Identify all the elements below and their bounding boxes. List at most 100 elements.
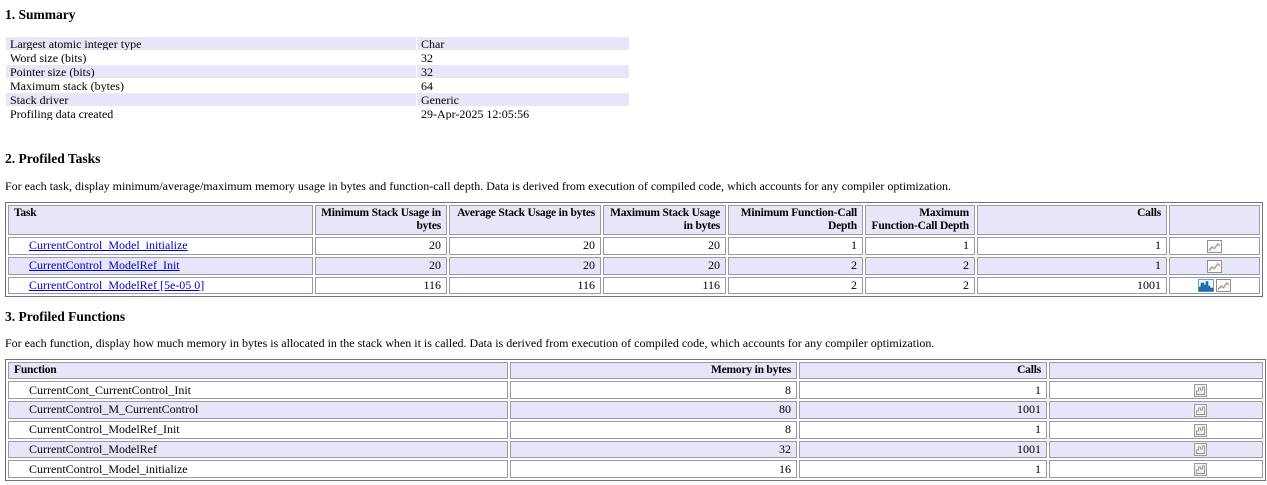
- summary-row: Pointer size (bits)32: [6, 65, 629, 78]
- task-name-cell: CurrentControl_ModelRef [5e-05 0]: [8, 277, 313, 295]
- task-row: CurrentControl_ModelRef_Init202020221: [8, 257, 1260, 275]
- function-name-cell: CurrentCont_CurrentControl_Init: [8, 381, 508, 399]
- calls-cell: 1: [977, 257, 1167, 275]
- memory-bytes-cell: 80: [510, 401, 797, 419]
- summary-row: Profiling data created29-Apr-2025 12:05:…: [6, 107, 629, 120]
- disabled-histogram-icon[interactable]: [1194, 424, 1207, 437]
- code-profile-report: 1. Summary Largest atomic integer typeCh…: [0, 0, 1267, 481]
- functions-column-header: Calls: [799, 362, 1047, 379]
- summary-label: Word size (bits): [6, 51, 416, 64]
- calls-cell: 1001: [977, 277, 1167, 295]
- min-stack-usage-cell: 20: [315, 237, 447, 255]
- calls-cell: 1: [799, 421, 1047, 439]
- stack-plot-icon[interactable]: [1207, 260, 1222, 273]
- summary-value: 32: [417, 65, 629, 78]
- disabled-histogram-icon[interactable]: [1194, 443, 1207, 456]
- tasks-column-header: Maximum Stack Usage in bytes: [603, 205, 726, 235]
- memory-bytes-cell: 16: [510, 460, 797, 478]
- summary-heading: 1. Summary: [5, 7, 1261, 22]
- tasks-column-header: Minimum Function-Call Depth: [728, 205, 863, 235]
- max-stack-usage-cell: 116: [603, 277, 726, 295]
- row-actions-cell: [1049, 441, 1263, 459]
- task-row: CurrentControl_ModelRef [5e-05 0]1161161…: [8, 277, 1260, 295]
- summary-label: Maximum stack (bytes): [6, 79, 416, 92]
- calls-cell: 1: [977, 237, 1167, 255]
- summary-value: 64: [417, 79, 629, 92]
- summary-value: 32: [417, 51, 629, 64]
- memory-bytes-cell: 32: [510, 441, 797, 459]
- avg-stack-usage-cell: 20: [449, 257, 601, 275]
- tasks-column-header: Maximum Function-Call Depth: [865, 205, 975, 235]
- memory-bytes-cell: 8: [510, 381, 797, 399]
- min-call-depth-cell: 1: [728, 237, 863, 255]
- function-name-cell: CurrentControl_ModelRef_Init: [8, 421, 508, 439]
- row-actions-cell: [1169, 237, 1260, 255]
- min-stack-usage-cell: 116: [315, 277, 447, 295]
- tasks-column-header: Calls: [977, 205, 1167, 235]
- stack-plot-icon[interactable]: [1207, 240, 1222, 253]
- functions-column-header: Memory in bytes: [510, 362, 797, 379]
- functions-header-row: FunctionMemory in bytesCalls: [8, 362, 1263, 379]
- functions-column-header: Function: [8, 362, 508, 379]
- profiled-functions-table: FunctionMemory in bytesCalls CurrentCont…: [5, 359, 1266, 481]
- summary-row: Largest atomic integer typeChar: [6, 37, 629, 50]
- row-actions-cell: [1169, 257, 1260, 275]
- function-row: CurrentControl_ModelRef_Init81: [8, 421, 1263, 439]
- summary-value: Generic: [417, 93, 629, 106]
- summary-label: Pointer size (bits): [6, 65, 416, 78]
- task-link[interactable]: CurrentControl_ModelRef [5e-05 0]: [29, 278, 204, 292]
- row-actions-cell: [1049, 401, 1263, 419]
- avg-stack-usage-cell: 20: [449, 237, 601, 255]
- stack-plot-icon[interactable]: [1216, 279, 1231, 292]
- calls-cell: 1001: [799, 401, 1047, 419]
- summary-label: Stack driver: [6, 93, 416, 106]
- function-name-cell: CurrentControl_Model_initialize: [8, 460, 508, 478]
- max-call-depth-cell: 2: [865, 277, 975, 295]
- calls-cell: 1: [799, 460, 1047, 478]
- min-stack-usage-cell: 20: [315, 257, 447, 275]
- row-actions-cell: [1049, 381, 1263, 399]
- summary-row: Stack driverGeneric: [6, 93, 629, 106]
- function-row: CurrentControl_ModelRef321001: [8, 441, 1263, 459]
- tasks-column-header: [1169, 205, 1260, 235]
- max-stack-usage-cell: 20: [603, 237, 726, 255]
- tasks-column-header: Average Stack Usage in bytes: [449, 205, 601, 235]
- summary-row: Maximum stack (bytes)64: [6, 79, 629, 92]
- calls-cell: 1001: [799, 441, 1047, 459]
- max-call-depth-cell: 1: [865, 237, 975, 255]
- row-actions-cell: [1049, 421, 1263, 439]
- summary-value: 29-Apr-2025 12:05:56: [417, 107, 629, 120]
- profiled-tasks-table: TaskMinimum Stack Usage in bytesAverage …: [5, 202, 1263, 297]
- task-row: CurrentControl_Model_initialize202020111: [8, 237, 1260, 255]
- summary-value: Char: [417, 37, 629, 50]
- task-link[interactable]: CurrentControl_Model_initialize: [29, 238, 188, 252]
- disabled-histogram-icon[interactable]: [1194, 463, 1207, 476]
- profiled-functions-description: For each function, display how much memo…: [5, 336, 1261, 350]
- tasks-column-header: Task: [8, 205, 313, 235]
- disabled-histogram-icon[interactable]: [1194, 404, 1207, 417]
- task-name-cell: CurrentControl_ModelRef_Init: [8, 257, 313, 275]
- max-call-depth-cell: 2: [865, 257, 975, 275]
- histogram-icon[interactable]: [1198, 279, 1214, 292]
- task-name-cell: CurrentControl_Model_initialize: [8, 237, 313, 255]
- avg-stack-usage-cell: 116: [449, 277, 601, 295]
- disabled-histogram-icon[interactable]: [1194, 384, 1207, 397]
- function-row: CurrentControl_Model_initialize161: [8, 460, 1263, 478]
- function-row: CurrentCont_CurrentControl_Init81: [8, 381, 1263, 399]
- profiled-tasks-description: For each task, display minimum/average/m…: [5, 179, 1261, 193]
- row-actions-cell: [1169, 277, 1260, 295]
- functions-column-header: [1049, 362, 1263, 379]
- function-name-cell: CurrentControl_ModelRef: [8, 441, 508, 459]
- tasks-header-row: TaskMinimum Stack Usage in bytesAverage …: [8, 205, 1260, 235]
- tasks-column-header: Minimum Stack Usage in bytes: [315, 205, 447, 235]
- function-row: CurrentControl_M_CurrentControl801001: [8, 401, 1263, 419]
- profiled-tasks-heading: 2. Profiled Tasks: [5, 151, 1261, 166]
- min-call-depth-cell: 2: [728, 277, 863, 295]
- max-stack-usage-cell: 20: [603, 257, 726, 275]
- row-actions-cell: [1049, 460, 1263, 478]
- task-link[interactable]: CurrentControl_ModelRef_Init: [29, 258, 180, 272]
- summary-label: Profiling data created: [6, 107, 416, 120]
- profiled-functions-heading: 3. Profiled Functions: [5, 309, 1261, 324]
- min-call-depth-cell: 2: [728, 257, 863, 275]
- function-name-cell: CurrentControl_M_CurrentControl: [8, 401, 508, 419]
